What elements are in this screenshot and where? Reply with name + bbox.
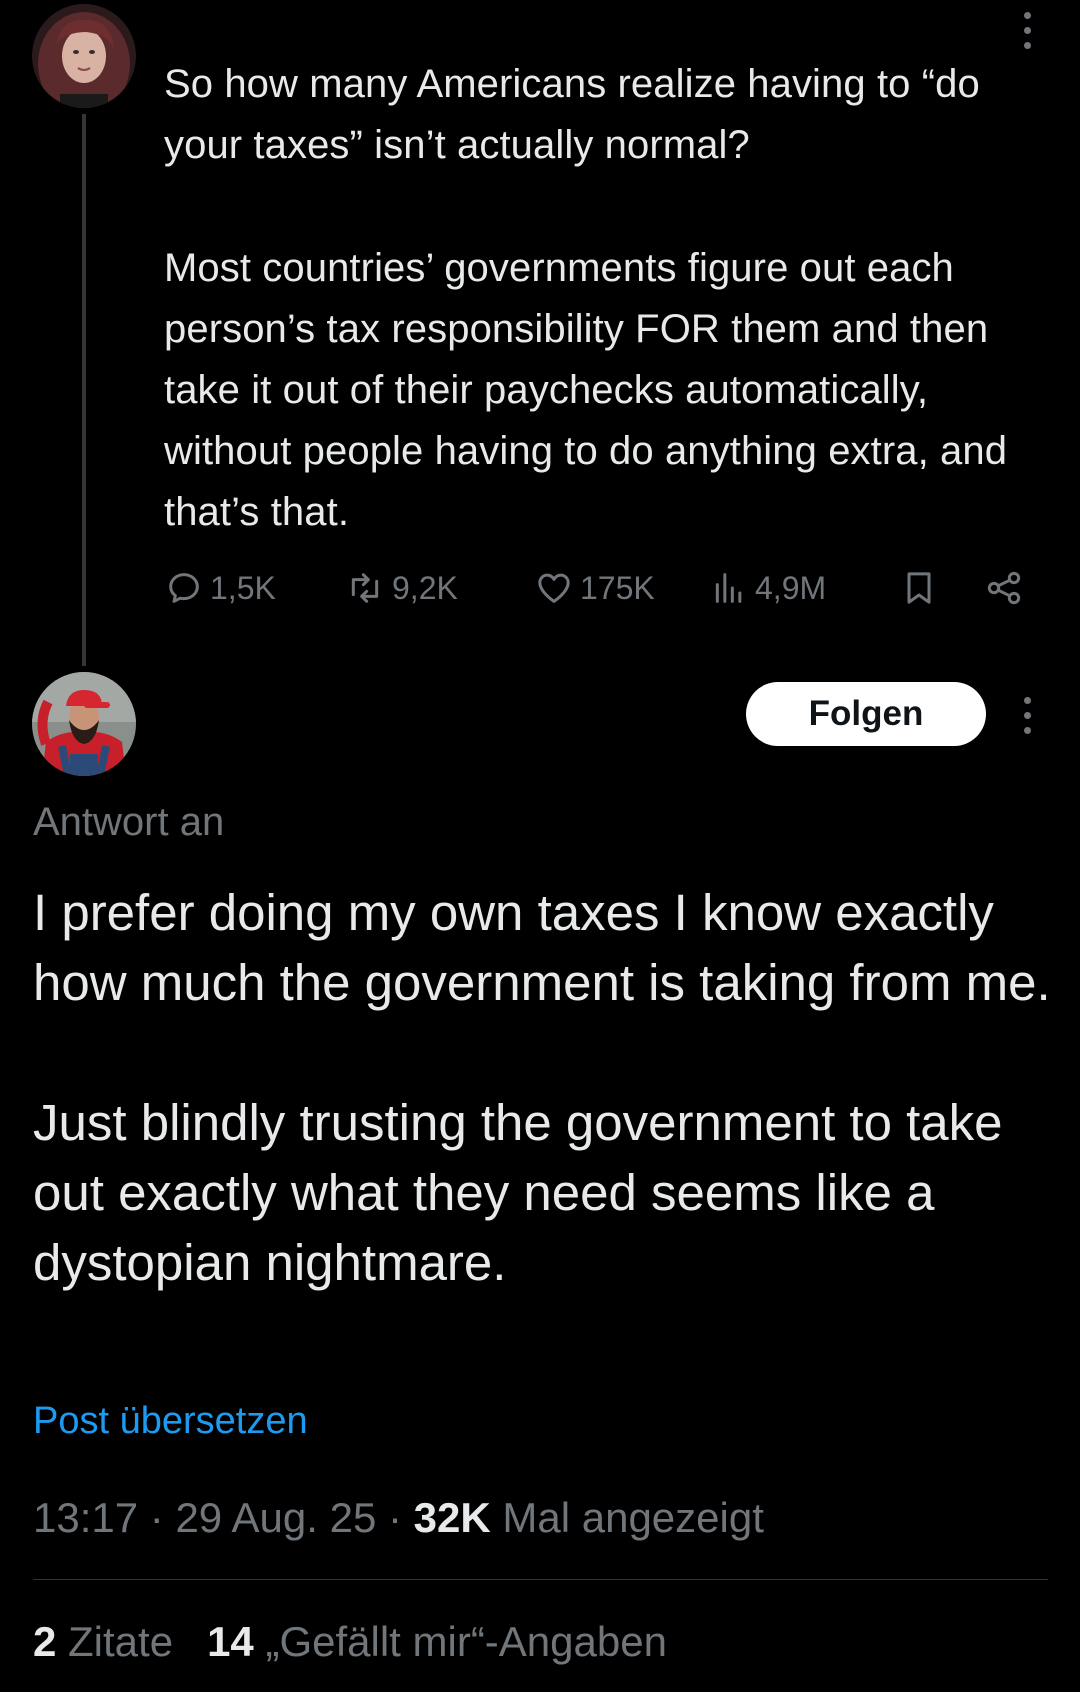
parent-tweet-paragraph: So how many Americans realize having to … [164, 62, 980, 167]
follow-button[interactable]: Folgen [746, 682, 986, 746]
views-chart-icon [715, 573, 742, 603]
meta-separator: · [149, 1494, 164, 1541]
like-action[interactable]: 175K [534, 568, 709, 608]
avatar[interactable] [32, 672, 136, 776]
views-action[interactable]: 4,9M [709, 568, 899, 608]
tweet-views-label: Mal angezeigt [502, 1494, 764, 1541]
reply-to-label: Antwort an [33, 800, 225, 844]
share-icon [987, 571, 1021, 605]
parent-tweet-paragraph: Most countries’ governments figure out e… [164, 246, 1008, 534]
tweet-meta: 13:17 · 29 Aug. 25 · 32K Mal angezeigt [33, 1494, 764, 1542]
share-action[interactable] [984, 568, 1024, 608]
quotes-stat[interactable]: 2 Zitate [33, 1618, 173, 1666]
parent-tweet-text: So how many Americans realize having to … [164, 54, 1064, 543]
meta-separator: · [387, 1494, 402, 1541]
divider [33, 1579, 1048, 1580]
quotes-count: 2 [33, 1618, 57, 1665]
bookmark-icon [907, 572, 931, 604]
more-vertical-icon[interactable] [1020, 12, 1034, 49]
reply-icon [169, 573, 199, 603]
tweet-views-count: 32K [413, 1494, 491, 1541]
tweet-stats: 2 Zitate 14 „Gefällt mir“-Angaben [33, 1618, 667, 1666]
heart-icon [538, 573, 570, 603]
bookmark-action[interactable] [899, 568, 984, 608]
translate-post-link[interactable]: Post übersetzen [33, 1400, 308, 1443]
quotes-label: Zitate [68, 1618, 174, 1665]
thread-connector-line [82, 114, 86, 666]
repost-count: 9,2K [392, 569, 458, 606]
tweet-date[interactable]: 29 Aug. 25 [175, 1494, 376, 1541]
likes-label: „Gefällt mir“-Angaben [265, 1618, 667, 1665]
reply-tweet-paragraph: I prefer doing my own taxes I know exact… [33, 884, 1051, 1011]
repost-icon [351, 573, 379, 603]
parent-tweet-actions: 1,5K 9,2K 175K 4,9M [164, 560, 1034, 616]
tweet-time[interactable]: 13:17 [33, 1494, 138, 1541]
reply-tweet-paragraph: Just blindly trusting the government to … [33, 1094, 1003, 1291]
reply-tweet-text: I prefer doing my own taxes I know exact… [33, 878, 1053, 1298]
views-count: 4,9M [755, 569, 827, 606]
avatar[interactable] [32, 4, 136, 108]
reply-count: 1,5K [210, 569, 276, 606]
more-vertical-icon[interactable] [1020, 697, 1034, 734]
reply-action[interactable]: 1,5K [164, 568, 344, 608]
likes-count: 14 [207, 1618, 254, 1665]
repost-action[interactable]: 9,2K [344, 568, 534, 608]
like-count: 175K [580, 569, 655, 606]
likes-stat[interactable]: 14 „Gefällt mir“-Angaben [207, 1618, 667, 1666]
